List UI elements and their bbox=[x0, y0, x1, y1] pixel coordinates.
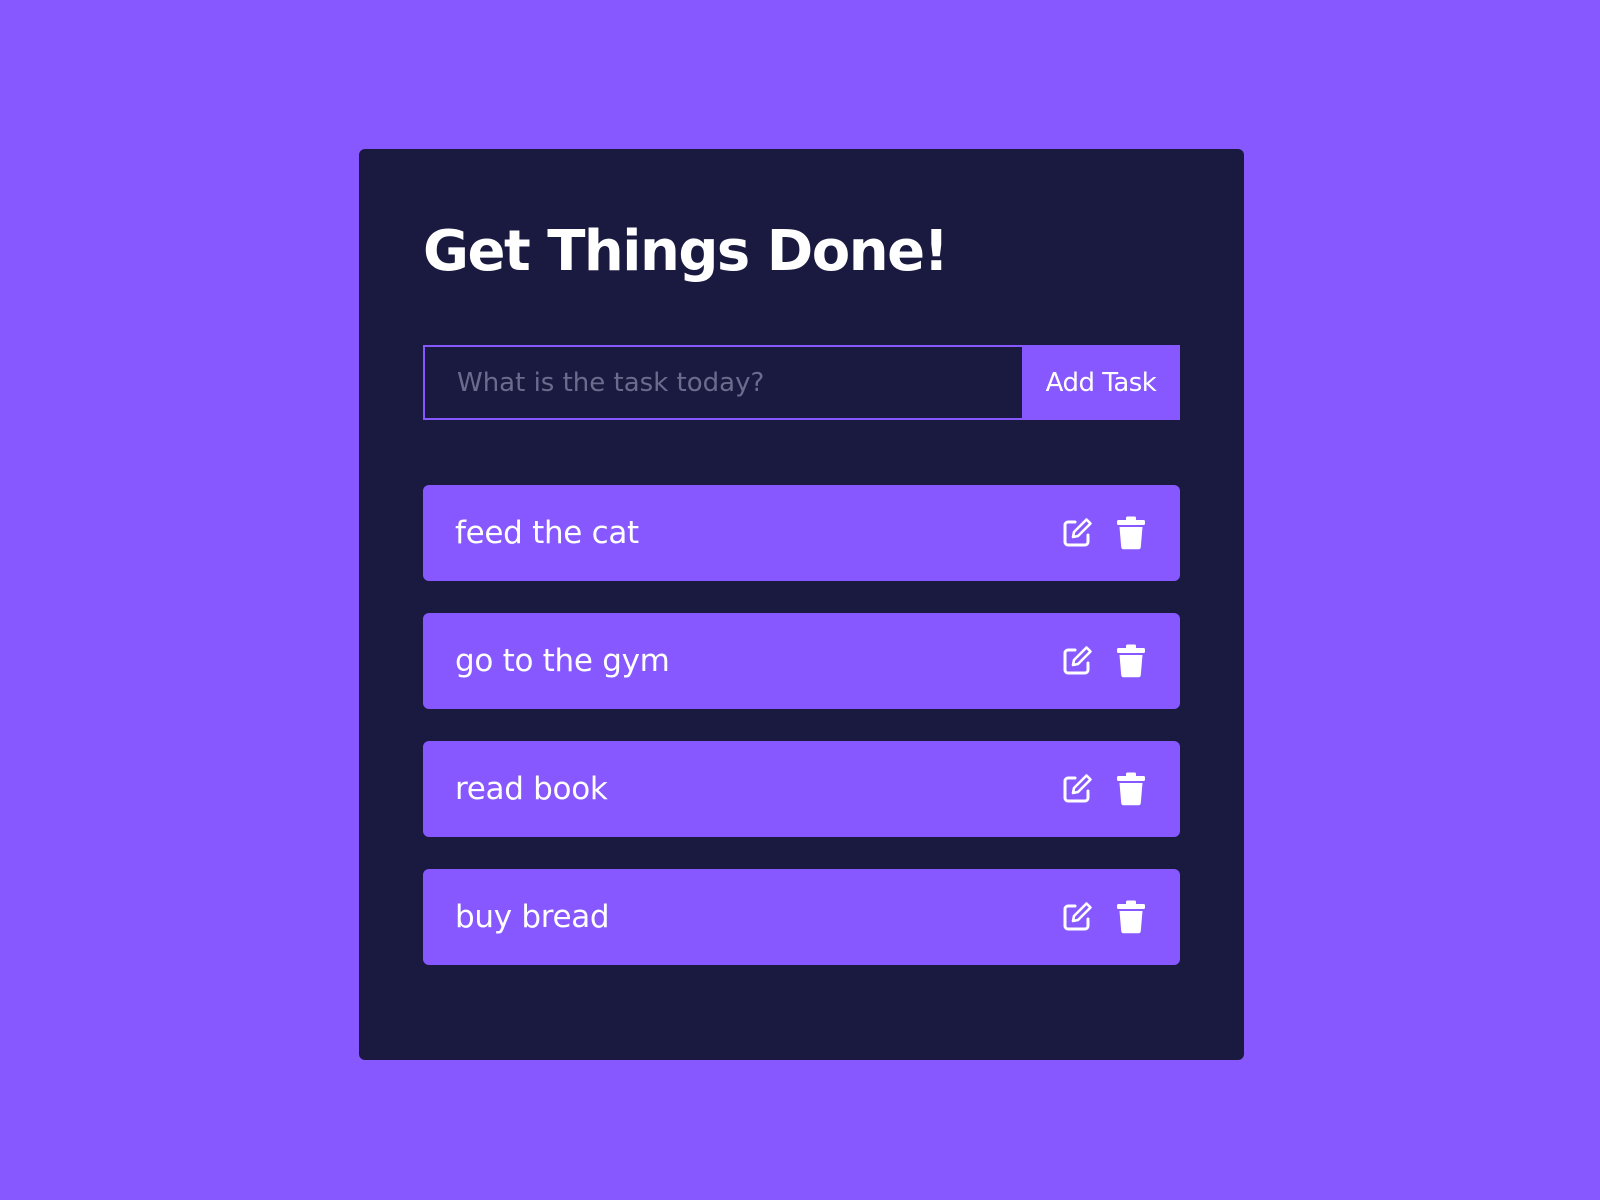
todo-actions bbox=[1060, 516, 1148, 550]
todo-actions bbox=[1060, 900, 1148, 934]
trash-icon[interactable] bbox=[1114, 644, 1148, 678]
todo-item[interactable]: buy bread bbox=[423, 869, 1180, 965]
trash-icon[interactable] bbox=[1114, 900, 1148, 934]
page-title: Get Things Done! bbox=[423, 219, 949, 284]
todo-list: feed the cat go to the gym read book buy… bbox=[423, 485, 1180, 997]
todo-item[interactable]: read book bbox=[423, 741, 1180, 837]
edit-icon[interactable] bbox=[1060, 516, 1094, 550]
todo-actions bbox=[1060, 772, 1148, 806]
edit-icon[interactable] bbox=[1060, 644, 1094, 678]
task-input[interactable] bbox=[423, 345, 1022, 420]
edit-icon[interactable] bbox=[1060, 772, 1094, 806]
add-task-button[interactable]: Add Task bbox=[1022, 345, 1180, 420]
trash-icon[interactable] bbox=[1114, 516, 1148, 550]
task-form: Add Task bbox=[423, 345, 1180, 420]
todo-text[interactable]: feed the cat bbox=[455, 515, 639, 551]
todo-text[interactable]: buy bread bbox=[455, 899, 610, 935]
todo-wrapper: Get Things Done! Add Task feed the cat bbox=[359, 149, 1244, 1060]
edit-icon[interactable] bbox=[1060, 900, 1094, 934]
todo-item[interactable]: go to the gym bbox=[423, 613, 1180, 709]
todo-text[interactable]: go to the gym bbox=[455, 643, 670, 679]
trash-icon[interactable] bbox=[1114, 772, 1148, 806]
todo-text[interactable]: read book bbox=[455, 771, 608, 807]
todo-item[interactable]: feed the cat bbox=[423, 485, 1180, 581]
todo-actions bbox=[1060, 644, 1148, 678]
